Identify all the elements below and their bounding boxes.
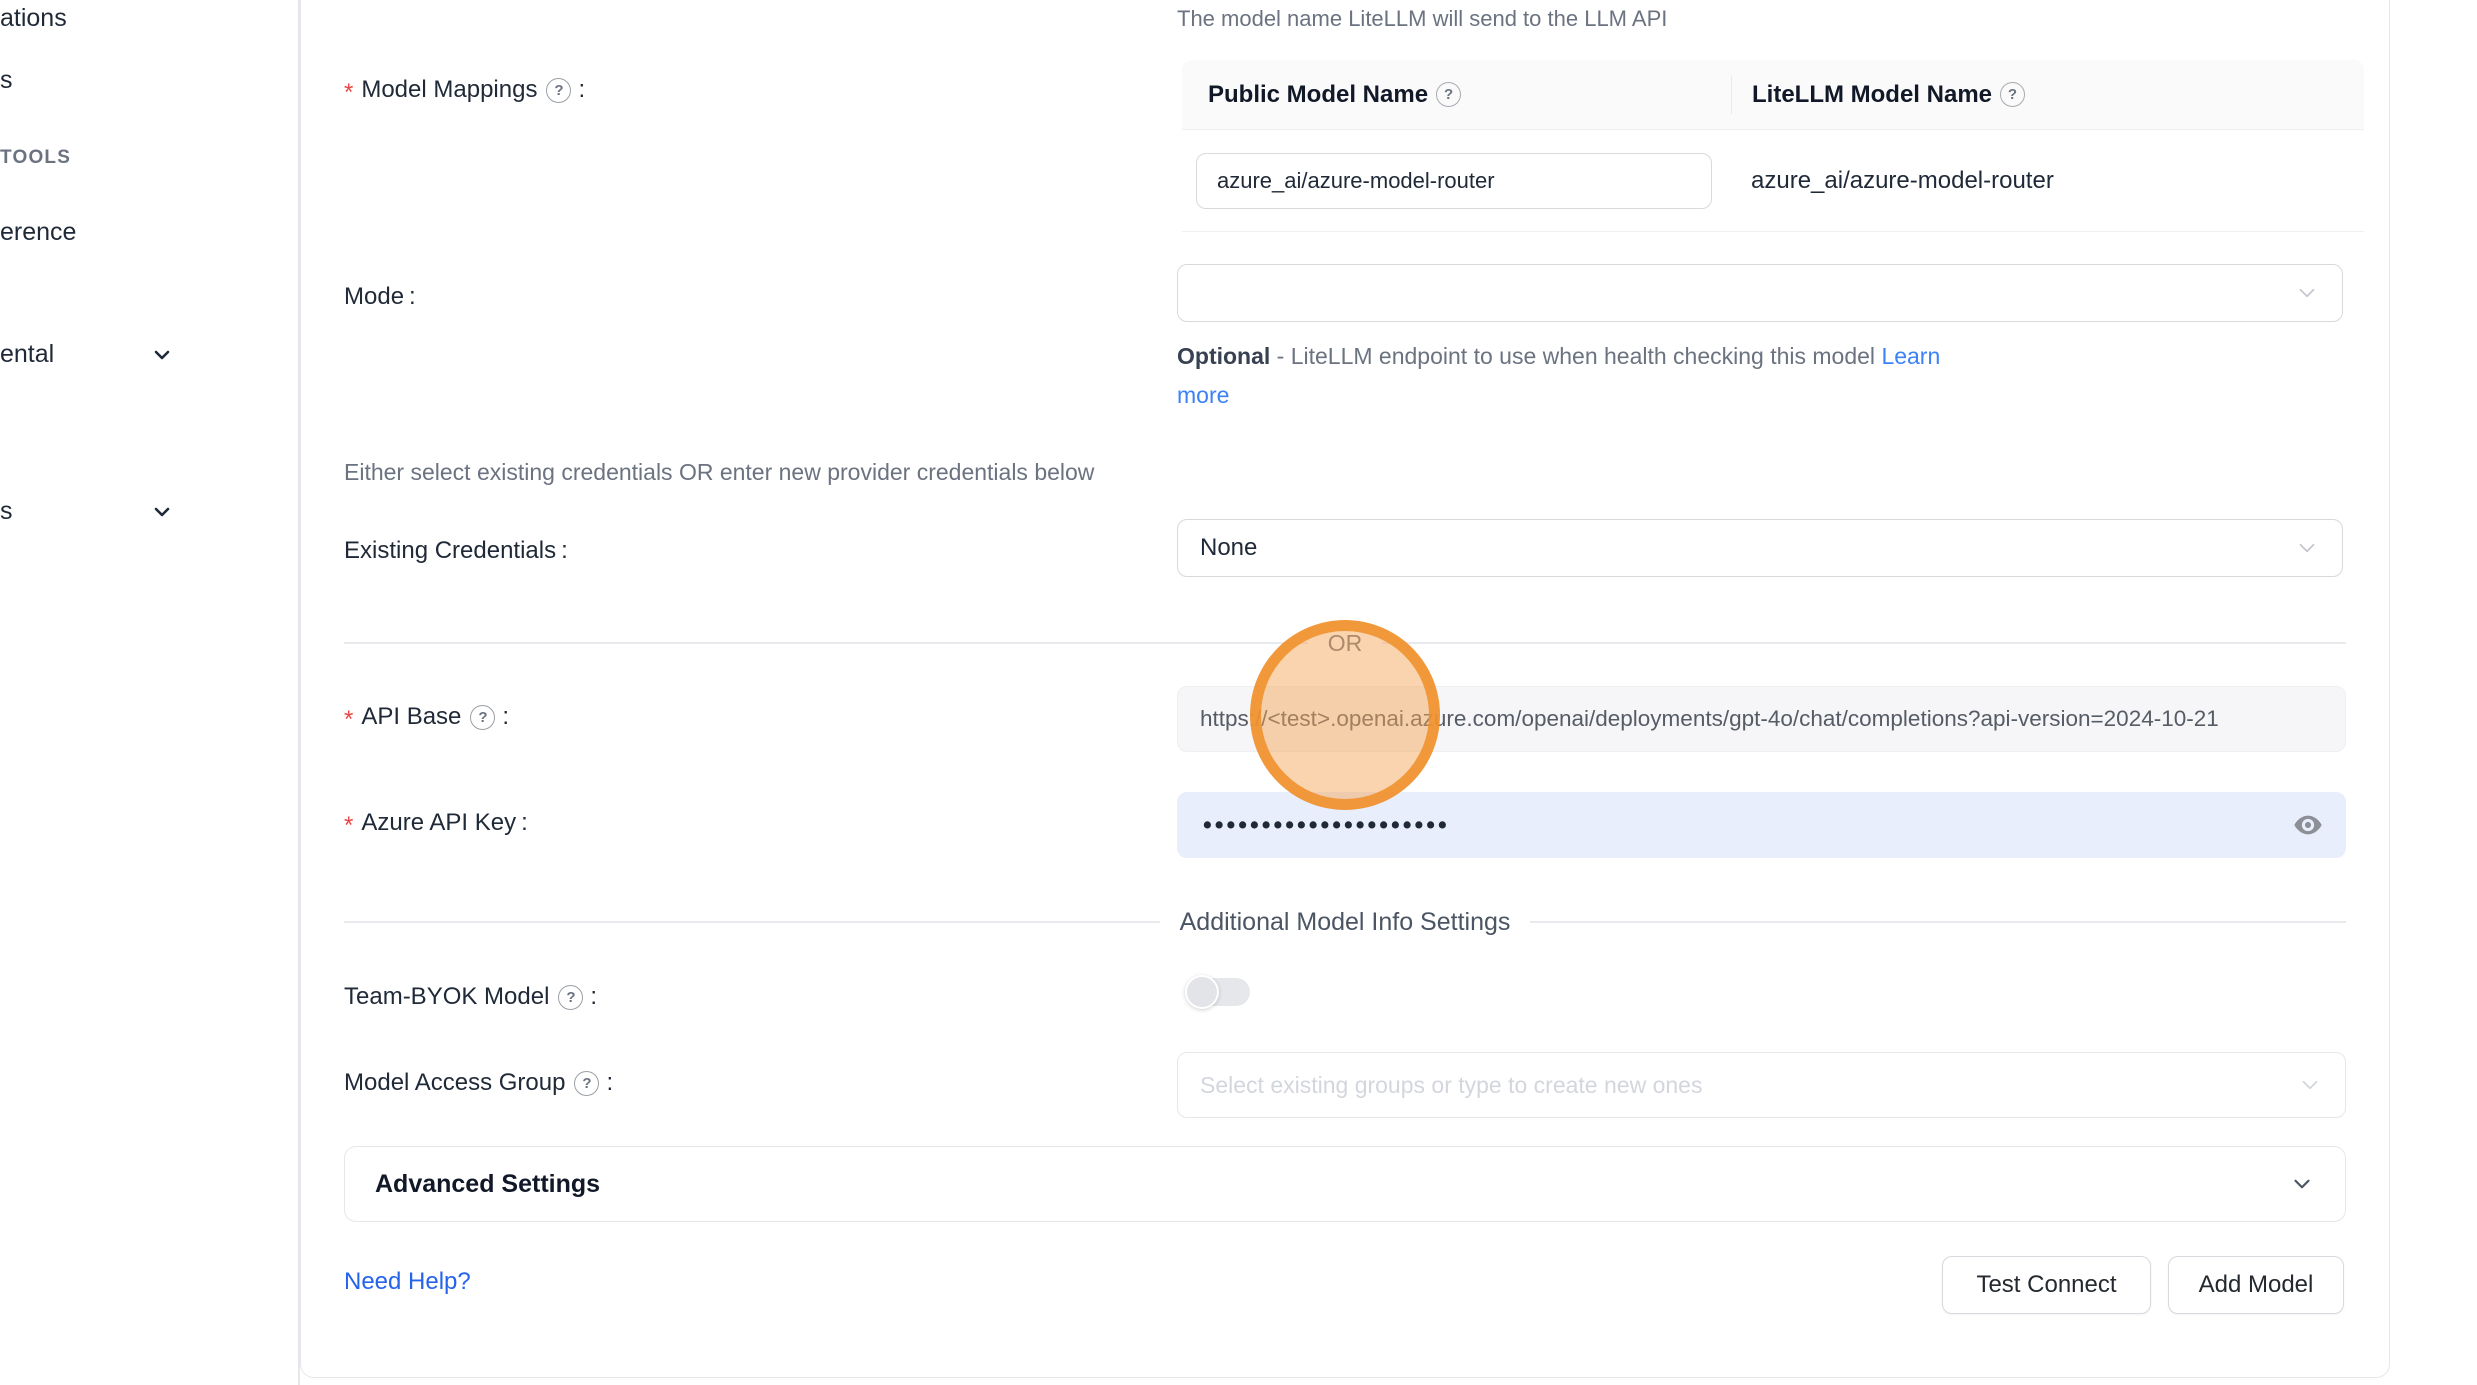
additional-info-divider-label: Additional Model Info Settings	[1160, 908, 1531, 937]
advanced-settings-panel[interactable]: Advanced Settings	[344, 1146, 2346, 1222]
public-model-name-cell	[1182, 153, 1731, 209]
chevron-down-icon[interactable]	[150, 500, 174, 524]
or-divider: OR	[344, 630, 2346, 656]
azure-api-key-input[interactable]	[1177, 792, 2346, 858]
optional-tag: Optional	[1177, 343, 1270, 369]
required-mark: *	[344, 814, 353, 838]
model-mappings-label: * Model Mappings ? :	[344, 76, 585, 104]
sidebar: ations s TOOLS erence ental s	[0, 0, 298, 1385]
label-colon: :	[521, 809, 528, 837]
model-access-group-label: Model Access Group ? :	[344, 1069, 613, 1097]
model-name-hint: The model name LiteLLM will send to the …	[1177, 6, 1667, 32]
advanced-settings-title: Advanced Settings	[375, 1170, 600, 1199]
add-model-page: ations s TOOLS erence ental s The model …	[0, 0, 2477, 1385]
existing-credentials-value: None	[1200, 534, 1257, 562]
toggle-key-visibility-button[interactable]	[2292, 809, 2324, 841]
sidebar-item-inference[interactable]: erence	[0, 218, 76, 247]
chevron-down-icon	[2294, 280, 2320, 306]
sidebar-section-tools: TOOLS	[0, 147, 71, 169]
chevron-down-icon[interactable]	[150, 343, 174, 367]
api-base-label: * API Base ? :	[344, 703, 509, 731]
chevron-down-icon	[2294, 535, 2320, 561]
help-icon[interactable]: ?	[1436, 82, 1461, 107]
need-help-link[interactable]: Need Help?	[344, 1268, 471, 1296]
mode-hint: Optional - LiteLLM endpoint to use when …	[1177, 337, 1982, 415]
table-row: azure_ai/azure-model-router	[1182, 130, 2364, 232]
help-icon[interactable]: ?	[2000, 82, 2025, 107]
add-model-button[interactable]: Add Model	[2168, 1256, 2344, 1314]
table-header-row: Public Model Name ? LiteLLM Model Name ?	[1182, 60, 2364, 130]
or-divider-label: OR	[1308, 630, 1383, 657]
sidebar-item-organizations[interactable]: ations	[0, 4, 67, 33]
api-base-field-wrap	[1177, 686, 2346, 752]
credentials-note: Either select existing credentials OR en…	[344, 459, 1094, 486]
public-model-name-input[interactable]	[1196, 153, 1712, 209]
team-byok-toggle[interactable]	[1185, 975, 1251, 1009]
chevron-down-icon	[2297, 1072, 2323, 1098]
required-mark: *	[344, 708, 353, 732]
api-base-input[interactable]	[1177, 686, 2346, 752]
eye-icon	[2292, 809, 2324, 841]
required-mark: *	[344, 81, 353, 105]
sidebar-item-1[interactable]: s	[0, 66, 13, 95]
azure-api-key-label: * Azure API Key :	[344, 809, 528, 837]
existing-credentials-select[interactable]: None	[1177, 519, 2343, 577]
model-access-group-select[interactable]	[1177, 1052, 2346, 1118]
label-colon: :	[502, 703, 509, 731]
label-colon: :	[409, 283, 416, 311]
help-icon[interactable]: ?	[546, 78, 571, 103]
azure-api-key-field-wrap	[1177, 792, 2346, 858]
mode-select[interactable]	[1177, 264, 2343, 322]
model-mappings-table: Public Model Name ? LiteLLM Model Name ?…	[1182, 60, 2364, 232]
label-colon: :	[590, 983, 597, 1011]
model-access-group-input[interactable]	[1200, 1053, 2297, 1117]
sidebar-item-settings[interactable]: s	[0, 497, 13, 526]
additional-info-divider: Additional Model Info Settings	[344, 908, 2346, 936]
help-icon[interactable]: ?	[574, 1071, 599, 1096]
team-byok-label: Team-BYOK Model ? :	[344, 983, 597, 1011]
help-icon[interactable]: ?	[470, 705, 495, 730]
help-icon[interactable]: ?	[558, 985, 583, 1010]
column-header-public-model-name: Public Model Name ?	[1182, 81, 1731, 109]
litellm-model-name-value: azure_ai/azure-model-router	[1731, 167, 2364, 195]
test-connect-button[interactable]: Test Connect	[1942, 1256, 2151, 1314]
column-header-litellm-model-name: LiteLLM Model Name ?	[1731, 76, 2364, 114]
existing-credentials-label: Existing Credentials :	[344, 537, 568, 565]
chevron-down-icon	[2289, 1171, 2315, 1197]
mode-label: Mode :	[344, 283, 416, 311]
sidebar-item-experimental[interactable]: ental	[0, 340, 54, 369]
label-colon: :	[606, 1069, 613, 1097]
label-colon: :	[561, 537, 568, 565]
label-colon: :	[578, 76, 585, 104]
